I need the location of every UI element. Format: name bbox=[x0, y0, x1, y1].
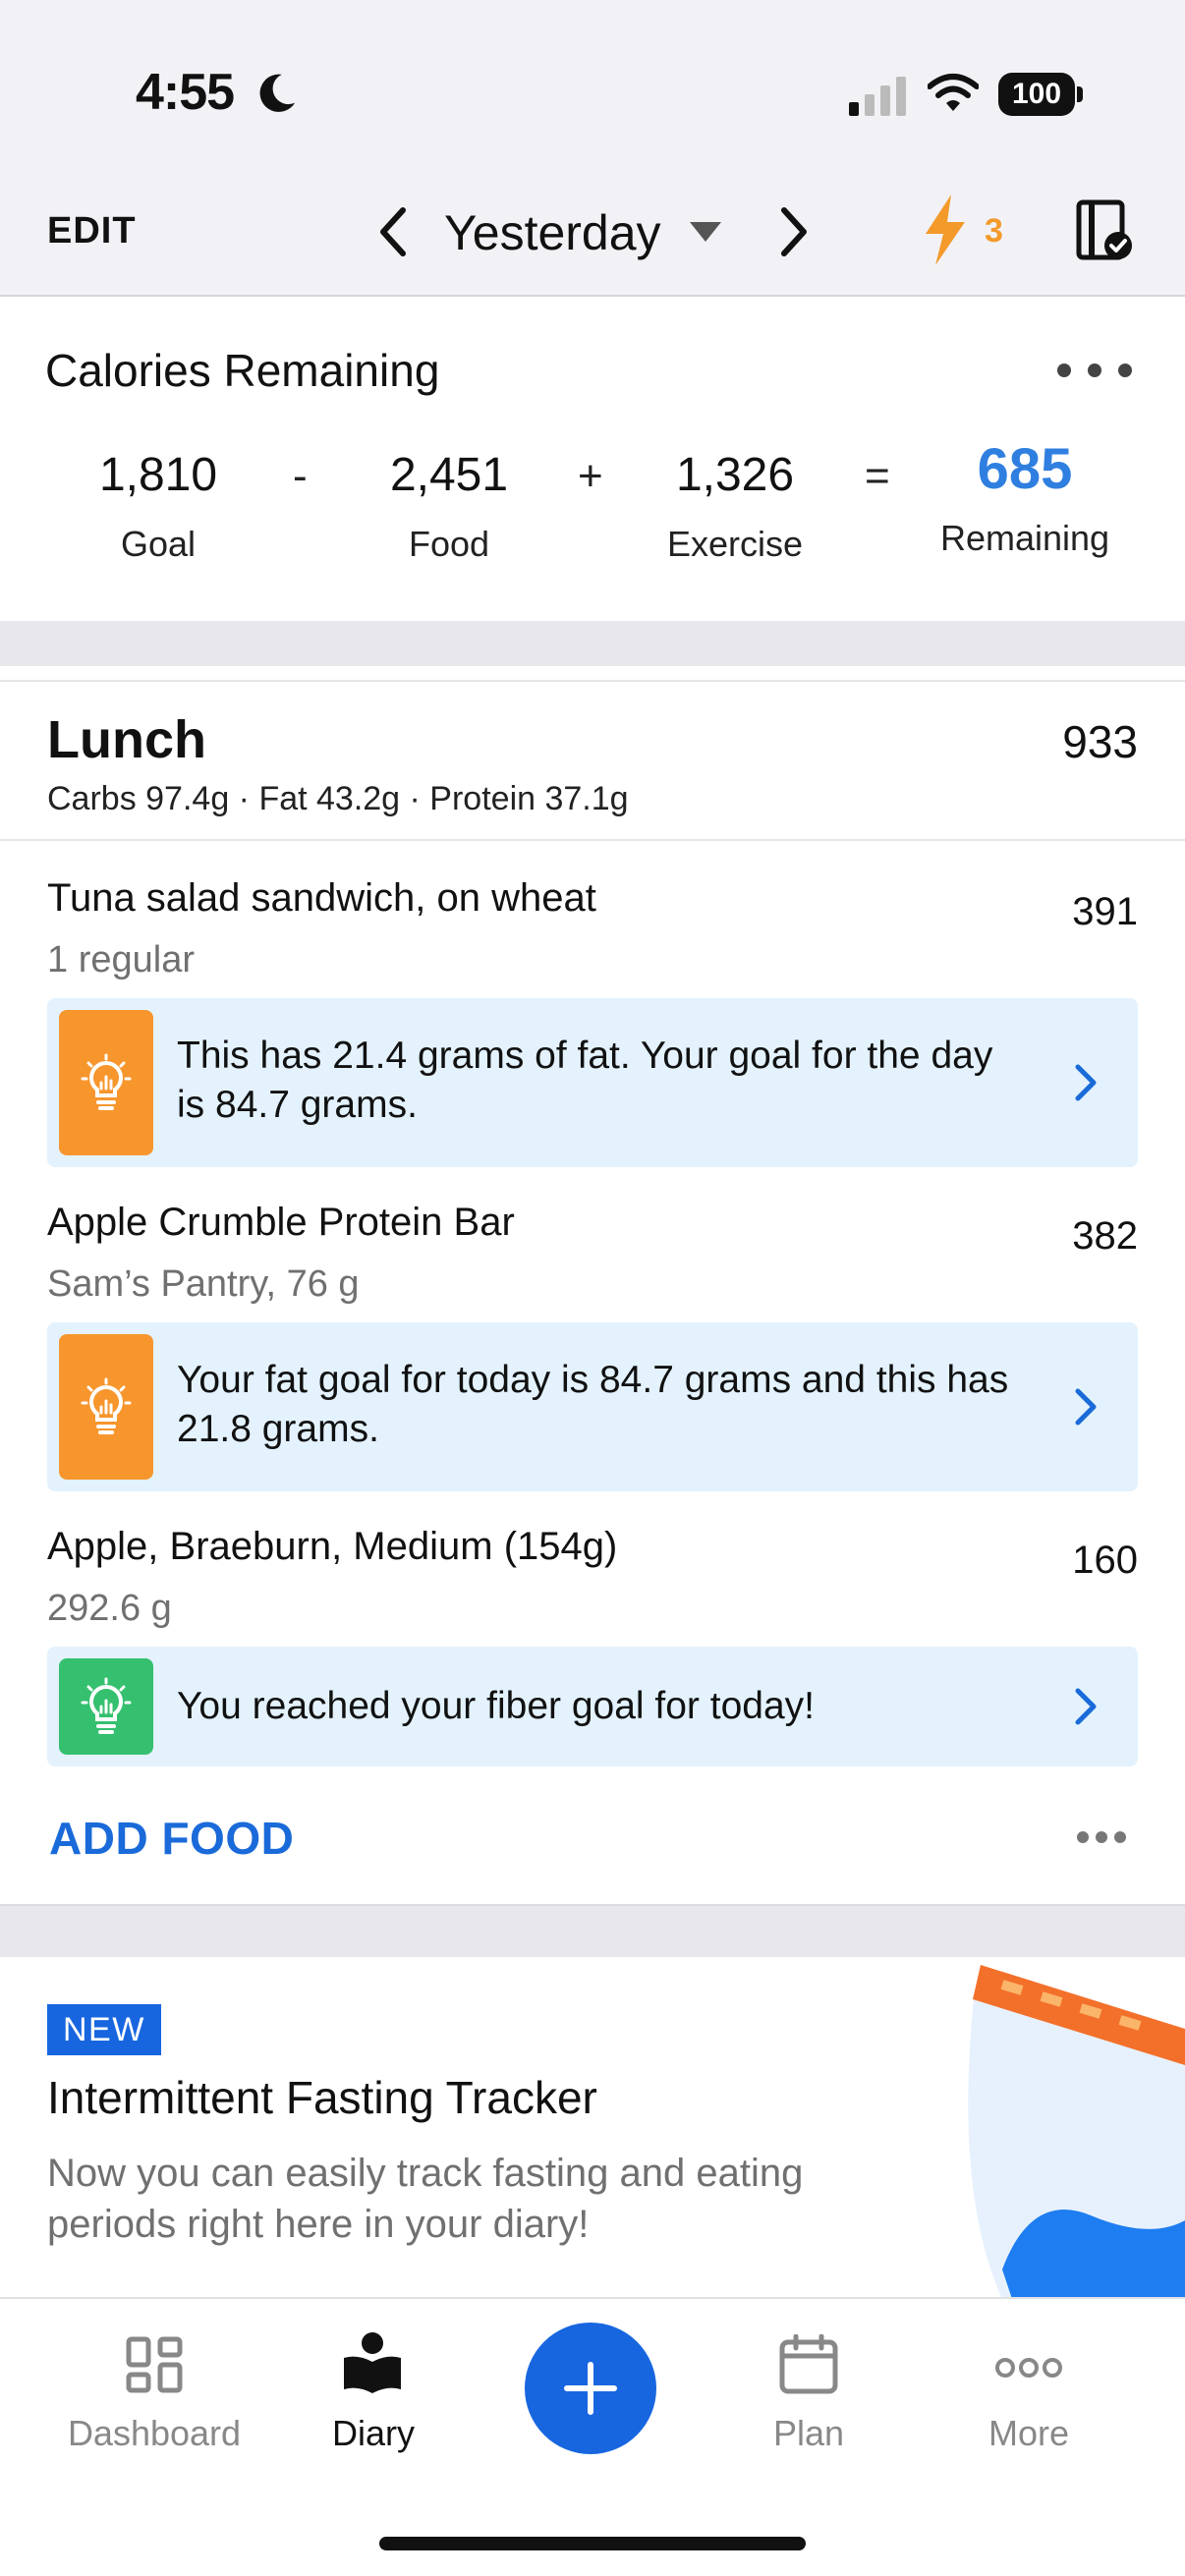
food-item-name[interactable]: Apple Crumble Protein Bar bbox=[47, 1201, 515, 1245]
status-time: 4:55 bbox=[136, 64, 235, 121]
chevron-right-icon[interactable] bbox=[1073, 1387, 1099, 1427]
food-item-calories[interactable]: 160 bbox=[1072, 1539, 1138, 1583]
calories-more-icon[interactable] bbox=[1055, 362, 1134, 379]
goal-label: Goal bbox=[120, 524, 197, 564]
more-dots-icon[interactable] bbox=[994, 2356, 1063, 2380]
food-item-detail[interactable]: Sam’s Pantry, 76 g bbox=[47, 1263, 360, 1306]
tab-diary[interactable]: Diary bbox=[295, 2413, 452, 2454]
day-selector-label[interactable]: Yesterday bbox=[444, 204, 661, 261]
food-column: 2,451 Food bbox=[366, 448, 533, 565]
goal-column: 1,810 Goal bbox=[75, 448, 242, 565]
equals-operator: = bbox=[865, 452, 890, 500]
tip-badge bbox=[59, 1658, 153, 1755]
previous-day-chevron-icon[interactable] bbox=[373, 204, 413, 259]
battery-level: 100 bbox=[998, 73, 1075, 116]
tab-dashboard[interactable]: Dashboard bbox=[51, 2413, 257, 2454]
quick-add-button[interactable] bbox=[525, 2323, 656, 2454]
plus-operator: + bbox=[578, 452, 603, 500]
lightbulb-icon bbox=[81, 1377, 132, 1434]
tip-text: This has 21.4 grams of fat. Your goal fo… bbox=[177, 1035, 993, 1126]
top-header: 4:55 100 EDIT Yesterday 3 bbox=[0, 0, 1185, 297]
lightbulb-icon bbox=[81, 1053, 132, 1110]
meal-title: Lunch bbox=[47, 710, 206, 769]
cellular-signal-icon bbox=[849, 77, 906, 116]
chevron-right-icon[interactable] bbox=[1073, 1687, 1099, 1726]
tab-plan[interactable]: Plan bbox=[727, 2413, 890, 2454]
food-item-calories[interactable]: 391 bbox=[1072, 890, 1138, 934]
moon-icon bbox=[259, 74, 296, 112]
fasting-illustration-icon bbox=[968, 1965, 1185, 2299]
meal-total-calories: 933 bbox=[1062, 716, 1138, 767]
minus-operator: - bbox=[293, 452, 308, 500]
divider bbox=[0, 839, 1185, 841]
calories-remaining-title: Calories Remaining bbox=[45, 345, 440, 396]
meal-more-icon[interactable] bbox=[1075, 1829, 1128, 1845]
battery-icon: 100 bbox=[998, 73, 1083, 116]
food-item-detail[interactable]: 292.6 g bbox=[47, 1588, 172, 1630]
lightbulb-icon bbox=[81, 1677, 132, 1734]
dashboard-grid-icon[interactable] bbox=[126, 2336, 183, 2393]
promo-body: Now you can easily track fasting and eat… bbox=[47, 2152, 804, 2246]
food-item-detail[interactable]: 1 regular bbox=[47, 939, 195, 981]
exercise-value: 1,326 bbox=[675, 449, 795, 501]
food-item-name[interactable]: Apple, Braeburn, Medium (154g) bbox=[47, 1525, 617, 1569]
nutrition-tip-card[interactable]: You reached your fiber goal for today! bbox=[47, 1647, 1138, 1766]
next-day-chevron-icon[interactable] bbox=[774, 204, 814, 259]
nutrition-tip-card[interactable]: This has 21.4 grams of fat. Your goal fo… bbox=[47, 998, 1138, 1167]
tip-badge bbox=[59, 1334, 153, 1480]
food-label: Food bbox=[408, 524, 490, 564]
food-item-calories[interactable]: 382 bbox=[1072, 1214, 1138, 1259]
remaining-value: 685 bbox=[977, 437, 1073, 501]
plus-icon bbox=[564, 2362, 617, 2415]
tip-badge bbox=[59, 1010, 153, 1155]
meal-macros: Carbs 97.4g · Fat 43.2g · Protein 37.1g bbox=[47, 780, 629, 817]
chevron-right-icon[interactable] bbox=[1073, 1063, 1099, 1102]
exercise-label: Exercise bbox=[666, 524, 804, 564]
exercise-column: 1,326 Exercise bbox=[647, 448, 823, 565]
food-value: 2,451 bbox=[389, 449, 509, 501]
promo-title[interactable]: Intermittent Fasting Tracker bbox=[47, 2071, 597, 2124]
new-badge: NEW bbox=[47, 2004, 161, 2055]
tip-text: Your fat goal for today is 84.7 grams an… bbox=[177, 1359, 1009, 1450]
add-food-button[interactable]: ADD FOOD bbox=[49, 1812, 294, 1865]
lightning-streak-icon[interactable] bbox=[920, 193, 971, 267]
divider bbox=[0, 680, 1185, 682]
food-item-name[interactable]: Tuna salad sandwich, on wheat bbox=[47, 876, 596, 921]
home-indicator bbox=[379, 2537, 806, 2550]
diary-book-icon[interactable] bbox=[342, 2330, 403, 2393]
remaining-column: 685 Remaining bbox=[924, 437, 1126, 559]
edit-button[interactable]: EDIT bbox=[47, 210, 137, 252]
calendar-icon[interactable] bbox=[778, 2334, 839, 2395]
checklist-icon[interactable] bbox=[1075, 198, 1134, 263]
goal-value: 1,810 bbox=[98, 449, 218, 501]
caret-down-icon[interactable] bbox=[688, 220, 723, 244]
tab-more[interactable]: More bbox=[947, 2413, 1110, 2454]
remaining-label: Remaining bbox=[939, 518, 1110, 558]
streak-count[interactable]: 3 bbox=[985, 212, 1003, 251]
wifi-icon bbox=[928, 74, 979, 111]
section-separator bbox=[0, 621, 1185, 666]
tip-text: You reached your fiber goal for today! bbox=[177, 1685, 815, 1727]
nutrition-tip-card[interactable]: Your fat goal for today is 84.7 grams an… bbox=[47, 1322, 1138, 1491]
